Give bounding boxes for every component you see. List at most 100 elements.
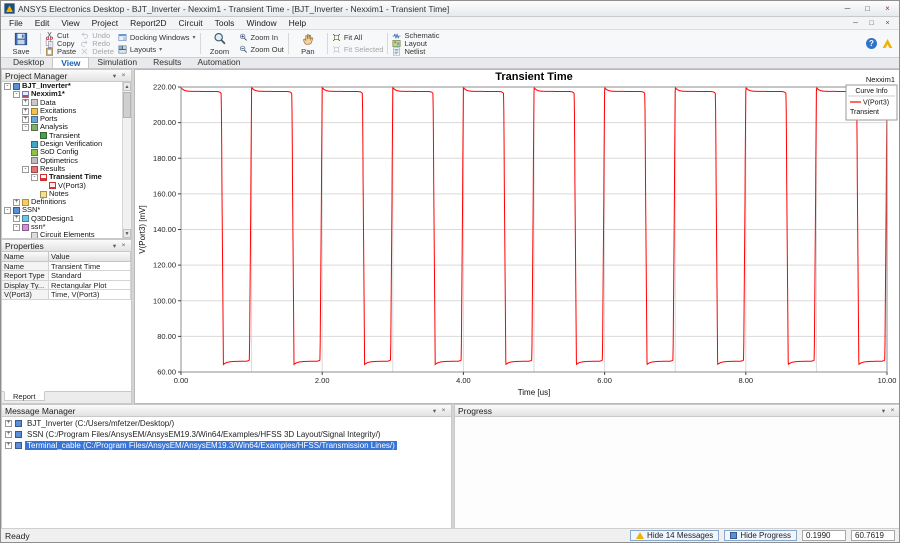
delete-button[interactable]: Delete	[80, 47, 114, 56]
tree-item-circuit-elements[interactable]: Circuit Elements	[2, 231, 131, 238]
message-text: SSN (C:/Program Files/AnsysEM/AnsysEM19.…	[27, 430, 381, 439]
property-value[interactable]: Rectangular Plot	[49, 280, 131, 290]
fit-selected-button[interactable]: Fit Selected	[332, 45, 383, 54]
ribbon-tab-results[interactable]: Results	[145, 57, 189, 68]
property-row-display-ty[interactable]: Display Ty... Rectangular Plot	[2, 280, 131, 290]
progress-panel: Progress ▾ ×	[454, 404, 899, 530]
column-header-name[interactable]: Name	[2, 252, 49, 262]
expander-icon[interactable]: +	[22, 115, 29, 123]
tree-item-nexxim1[interactable]: - Nexxim1*	[2, 89, 131, 98]
expander-icon[interactable]: -	[22, 165, 29, 173]
expander-icon[interactable]: +	[13, 198, 20, 206]
panel-menu-icon[interactable]: ▾	[110, 72, 119, 80]
tree-item-bjt-inverter[interactable]: - BJT_Inverter*	[2, 82, 131, 90]
save-button[interactable]: Save	[6, 31, 36, 57]
panel-close-icon[interactable]: ×	[119, 72, 128, 79]
menu-circuit[interactable]: Circuit	[173, 18, 209, 28]
expander-icon[interactable]: -	[4, 207, 11, 215]
message-text: Terminal_cable (C:/Program Files/AnsysEM…	[25, 441, 397, 450]
panel-close-icon[interactable]: ×	[439, 407, 448, 414]
scroll-down-button[interactable]: ▼	[123, 229, 131, 238]
help-icon[interactable]: ?	[866, 38, 877, 49]
panel-close-icon[interactable]: ×	[119, 242, 128, 249]
fit-all-button[interactable]: Fit All	[332, 33, 384, 42]
tree-scrollbar[interactable]: ▲ ▼	[122, 82, 131, 238]
message-row[interactable]: + SSN (C:/Program Files/AnsysEM/AnsysEM19…	[2, 429, 451, 440]
svg-text:120.00: 120.00	[153, 261, 176, 270]
expander-icon[interactable]: +	[5, 442, 12, 449]
zoom-in-icon	[239, 33, 247, 41]
project-icon	[13, 82, 20, 90]
hide-messages-button[interactable]: Hide 14 Messages	[630, 530, 720, 541]
layouts-button[interactable]: Layouts ▾	[118, 45, 196, 54]
panel-close-icon[interactable]: ×	[888, 407, 897, 414]
svg-text:8.00: 8.00	[738, 376, 753, 385]
zoom-in-button[interactable]: Zoom In	[239, 33, 284, 42]
close-button[interactable]: ×	[879, 2, 896, 15]
pan-button[interactable]: Pan	[293, 31, 323, 57]
scroll-up-button[interactable]: ▲	[123, 82, 131, 91]
property-value[interactable]: Transient Time	[49, 261, 131, 271]
message-row[interactable]: + Terminal_cable (C:/Program Files/AnsysE…	[2, 440, 451, 451]
tree-item-notes[interactable]: Notes	[2, 189, 131, 198]
message-row[interactable]: + BJT_Inverter (C:/Users/mfetzer/Desktop/…	[2, 418, 451, 429]
child-minimize-button[interactable]: ─	[848, 18, 863, 29]
expander-icon[interactable]: -	[13, 90, 20, 98]
properties-table-header: Name Value	[2, 252, 131, 262]
transient-plot[interactable]: 60.0080.00100.00120.00140.00160.00180.00…	[135, 70, 900, 403]
expander-icon[interactable]: -	[13, 223, 20, 231]
menu-window[interactable]: Window	[240, 18, 282, 28]
tree-item-q3ddesign1[interactable]: + Q3DDesign1	[2, 214, 131, 223]
ribbon-separator	[40, 33, 41, 54]
panel-menu-icon[interactable]: ▾	[879, 407, 888, 415]
zoom-button[interactable]: Zoom	[205, 31, 235, 57]
netlist-button[interactable]: Netlist	[392, 47, 439, 56]
svg-text:2.00: 2.00	[315, 376, 330, 385]
expander-icon[interactable]: +	[5, 420, 12, 427]
panel-menu-icon[interactable]: ▾	[430, 407, 439, 415]
scroll-thumb[interactable]	[123, 92, 131, 118]
panel-menu-icon[interactable]: ▾	[110, 242, 119, 250]
property-value[interactable]: Standard	[49, 271, 131, 281]
child-restore-button[interactable]: □	[864, 18, 879, 29]
property-row-v-port3[interactable]: V(Port3) Time, V(Port3)	[2, 290, 131, 300]
hide-progress-button[interactable]: Hide Progress	[724, 530, 797, 541]
ribbon-group-clipboard: Cut Copy Paste Undo Redo Delete Docking …	[42, 30, 199, 57]
menu-project[interactable]: Project	[86, 18, 124, 28]
maximize-button[interactable]: □	[859, 2, 876, 15]
child-close-button[interactable]: ×	[880, 18, 895, 29]
expander-icon[interactable]: +	[22, 107, 29, 115]
zoom-out-button[interactable]: Zoom Out	[239, 45, 284, 54]
project-manager-title: Project Manager	[5, 70, 68, 81]
expander-icon[interactable]: +	[22, 99, 29, 107]
ribbon-tab-desktop[interactable]: Desktop	[5, 57, 52, 68]
paste-button[interactable]: Paste	[45, 47, 76, 56]
property-row-report-type[interactable]: Report Type Standard	[2, 271, 131, 281]
property-value[interactable]: Time, V(Port3)	[49, 290, 131, 300]
expander-icon[interactable]: +	[13, 215, 20, 223]
tab-report[interactable]: Report	[4, 391, 45, 401]
expander-icon[interactable]: +	[5, 431, 12, 438]
menu-tools[interactable]: Tools	[209, 18, 241, 28]
expander-icon[interactable]: -	[22, 124, 29, 132]
ribbon-tab-view[interactable]: View	[52, 57, 90, 68]
column-header-value[interactable]: Value	[49, 252, 131, 262]
menu-report2d[interactable]: Report2D	[124, 18, 172, 28]
property-row-name[interactable]: Name Transient Time	[2, 261, 131, 271]
ribbon-tab-simulation[interactable]: Simulation	[89, 57, 145, 68]
tree-item-optimetrics[interactable]: Optimetrics	[2, 156, 131, 165]
menu-view[interactable]: View	[55, 18, 85, 28]
ports-icon	[31, 115, 38, 123]
docking-windows-button[interactable]: Docking Windows ▾	[118, 33, 196, 42]
minimize-button[interactable]: ─	[839, 2, 856, 15]
menu-file[interactable]: File	[3, 18, 29, 28]
expander-icon[interactable]: -	[31, 173, 38, 181]
docking-windows-label: Docking Windows	[129, 33, 190, 42]
expander-icon[interactable]: -	[4, 82, 11, 90]
window-title: ANSYS Electronics Desktop - BJT_Inverter…	[18, 3, 450, 14]
ribbon-tab-automation[interactable]: Automation	[189, 57, 248, 68]
tree-item-excitations[interactable]: + Excitations	[2, 106, 131, 115]
menu-help[interactable]: Help	[283, 18, 312, 28]
menu-edit[interactable]: Edit	[29, 18, 56, 28]
properties-rows: Name Transient Time Report Type Standard Dis…	[2, 261, 131, 300]
